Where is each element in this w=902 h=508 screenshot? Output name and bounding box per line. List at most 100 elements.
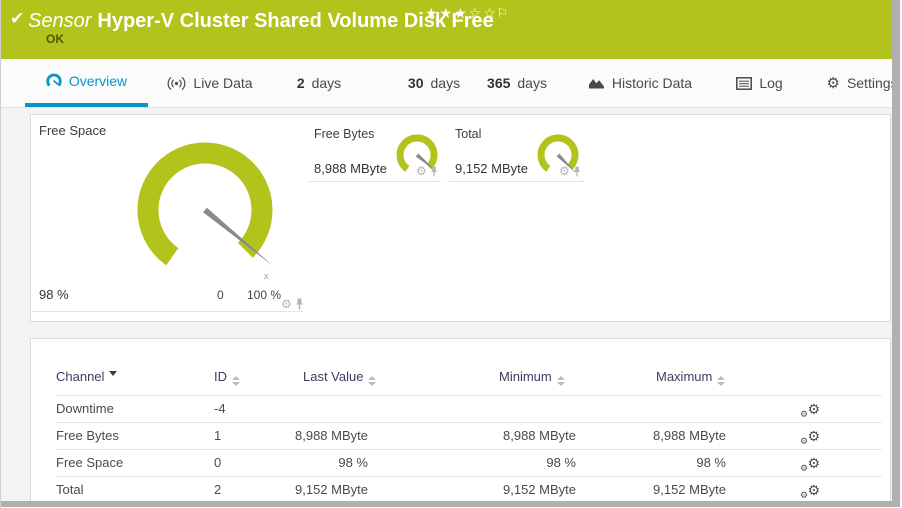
tab-live-data[interactable]: Live Data (160, 59, 260, 107)
tab-number: 365 (487, 75, 511, 91)
gear-icon: ⚙ (826, 74, 840, 92)
cell-minimum: 8,988 MByte (503, 428, 576, 443)
tab-label: Historic Data (611, 75, 693, 91)
column-label: Minimum (499, 369, 552, 384)
channel-settings-button[interactable]: ⚙ ⚙ (795, 401, 825, 422)
column-header-maximum[interactable]: Maximum (656, 369, 726, 386)
table-row-free-bytes[interactable]: Free Bytes 1 8,988 MByte 8,988 MByte 8,9… (31, 422, 890, 449)
free-space-gauge (137, 142, 273, 266)
gear-icon: ⚙ (800, 409, 809, 419)
gauge-arc (137, 142, 273, 266)
priority-stars[interactable]: ★★★☆☆ (425, 5, 498, 22)
table-row-total[interactable]: Total 2 9,152 MByte 9,152 MByte 9,152 MB… (31, 476, 890, 503)
pin-icon[interactable] (295, 298, 304, 310)
tab-number: 2 (296, 75, 305, 91)
chart-icon (588, 79, 604, 89)
sensor-status-header: ✔ Sensor Hyper-V Cluster Shared Volume Di… (0, 0, 892, 59)
pin-icon[interactable] (430, 166, 438, 177)
sort-icon (556, 376, 565, 386)
gauge-scale-max: 100 % (247, 288, 282, 302)
sort-icon (717, 376, 726, 386)
tab-settings[interactable]: ⚙ Settings (826, 59, 897, 107)
double-gear-icon: ⚙ ⚙ (799, 455, 821, 473)
column-header-minimum[interactable]: Minimum (499, 369, 565, 386)
cell-last-value: 9,152 MByte (295, 482, 368, 497)
live-data-icon (167, 76, 186, 90)
gear-icon[interactable]: ⚙ (416, 165, 427, 177)
table-row-free-space[interactable]: Free Space 0 98 % 98 % 98 % ⚙ ⚙ (31, 449, 890, 476)
sort-desc-icon (109, 371, 118, 380)
gear-icon[interactable]: ⚙ (559, 165, 570, 177)
cell-channel: Free Bytes (56, 428, 119, 443)
tab-2-days[interactable]: 2 days (288, 59, 350, 107)
table-row-downtime[interactable]: Downtime -4 ⚙ ⚙ (31, 395, 890, 422)
gauge-channel-label: Total (455, 127, 482, 141)
channel-settings-button[interactable]: ⚙ ⚙ (795, 428, 825, 449)
double-gear-icon: ⚙ ⚙ (799, 401, 821, 419)
column-header-last-value[interactable]: Last Value (303, 369, 377, 386)
column-label: Channel (56, 369, 105, 384)
double-gear-icon: ⚙ ⚙ (799, 428, 821, 446)
window-border-right (892, 0, 900, 508)
tab-bar: Overview Live Data 2 days 30 days 365 da… (0, 59, 898, 108)
channel-settings-button[interactable]: ⚙ ⚙ (795, 455, 825, 476)
cell-minimum: 98 % (546, 455, 576, 470)
gauge-channel-label: Free Space (39, 123, 107, 138)
channels-table-panel: Channel ID Last Value Minimum Maximum Do… (30, 338, 891, 508)
gauge-value: 98 % (39, 287, 69, 302)
cell-id: 2 (214, 482, 222, 497)
gauge-icon (46, 73, 62, 87)
tab-log[interactable]: Log (732, 59, 787, 107)
column-header-channel[interactable]: Channel (56, 369, 118, 384)
column-label: ID (214, 369, 227, 384)
tab-label: Log (759, 75, 783, 91)
sort-icon (368, 376, 377, 386)
tab-label: Live Data (193, 75, 253, 91)
tab-historic-data[interactable]: Historic Data (585, 59, 695, 107)
stars-filled: ★★★ (425, 5, 469, 21)
pin-icon[interactable] (573, 166, 581, 177)
status-badge: OK (46, 32, 64, 46)
double-gear-icon: ⚙ ⚙ (799, 482, 821, 500)
sensor-type-label: Sensor (28, 10, 92, 32)
window-border-left (0, 0, 1, 508)
gauge-tile-tools: ⚙ (559, 165, 581, 177)
channel-settings-button[interactable]: ⚙ ⚙ (795, 482, 825, 503)
tab-label: Overview (68, 73, 128, 89)
gauge-value: 8,988 MByte (314, 161, 387, 176)
cell-maximum: 9,152 MByte (653, 482, 726, 497)
cell-channel: Total (56, 482, 84, 497)
gauge-tile-free-space[interactable]: Free Space x 0 100 % 98 % ⚙ (31, 115, 303, 312)
tab-label: days (311, 75, 342, 91)
tab-label: days (430, 75, 461, 91)
cell-channel: Free Space (56, 455, 124, 470)
cell-id: -4 (214, 401, 226, 416)
cell-maximum: 8,988 MByte (653, 428, 726, 443)
tab-365-days[interactable]: 365 days (483, 59, 551, 107)
prtg-sensor-page: ✔ Sensor Hyper-V Cluster Shared Volume Di… (0, 0, 902, 508)
gear-icon: ⚙ (807, 401, 820, 417)
gear-icon: ⚙ (807, 482, 820, 498)
tab-label: days (517, 75, 547, 91)
cell-id: 0 (214, 455, 222, 470)
gear-icon: ⚙ (800, 490, 809, 500)
column-label: Maximum (656, 369, 713, 384)
sort-icon (232, 376, 240, 386)
gear-icon: ⚙ (807, 455, 820, 471)
gauge-tile-free-bytes[interactable]: Free Bytes 8,988 MByte ⚙ (308, 121, 441, 182)
gauge-peak-marker: x (264, 271, 269, 281)
log-icon (736, 76, 753, 90)
gear-icon[interactable]: ⚙ (281, 298, 292, 310)
flag-icon[interactable]: ⚐ (497, 6, 508, 20)
table-header-row: Channel ID Last Value Minimum Maximum (31, 339, 890, 395)
gear-icon: ⚙ (800, 463, 809, 473)
cell-last-value: 98 % (338, 455, 368, 470)
column-header-id[interactable]: ID (214, 369, 240, 386)
tab-overview[interactable]: Overview (25, 59, 148, 107)
tab-number: 30 (407, 75, 424, 91)
tab-30-days[interactable]: 30 days (400, 59, 468, 107)
gauge-tile-total[interactable]: Total 9,152 MByte ⚙ (449, 121, 584, 182)
gauge-channel-label: Free Bytes (314, 127, 375, 141)
status-ok-check-icon: ✔ (10, 9, 25, 28)
stars-empty: ☆☆ (468, 5, 498, 21)
